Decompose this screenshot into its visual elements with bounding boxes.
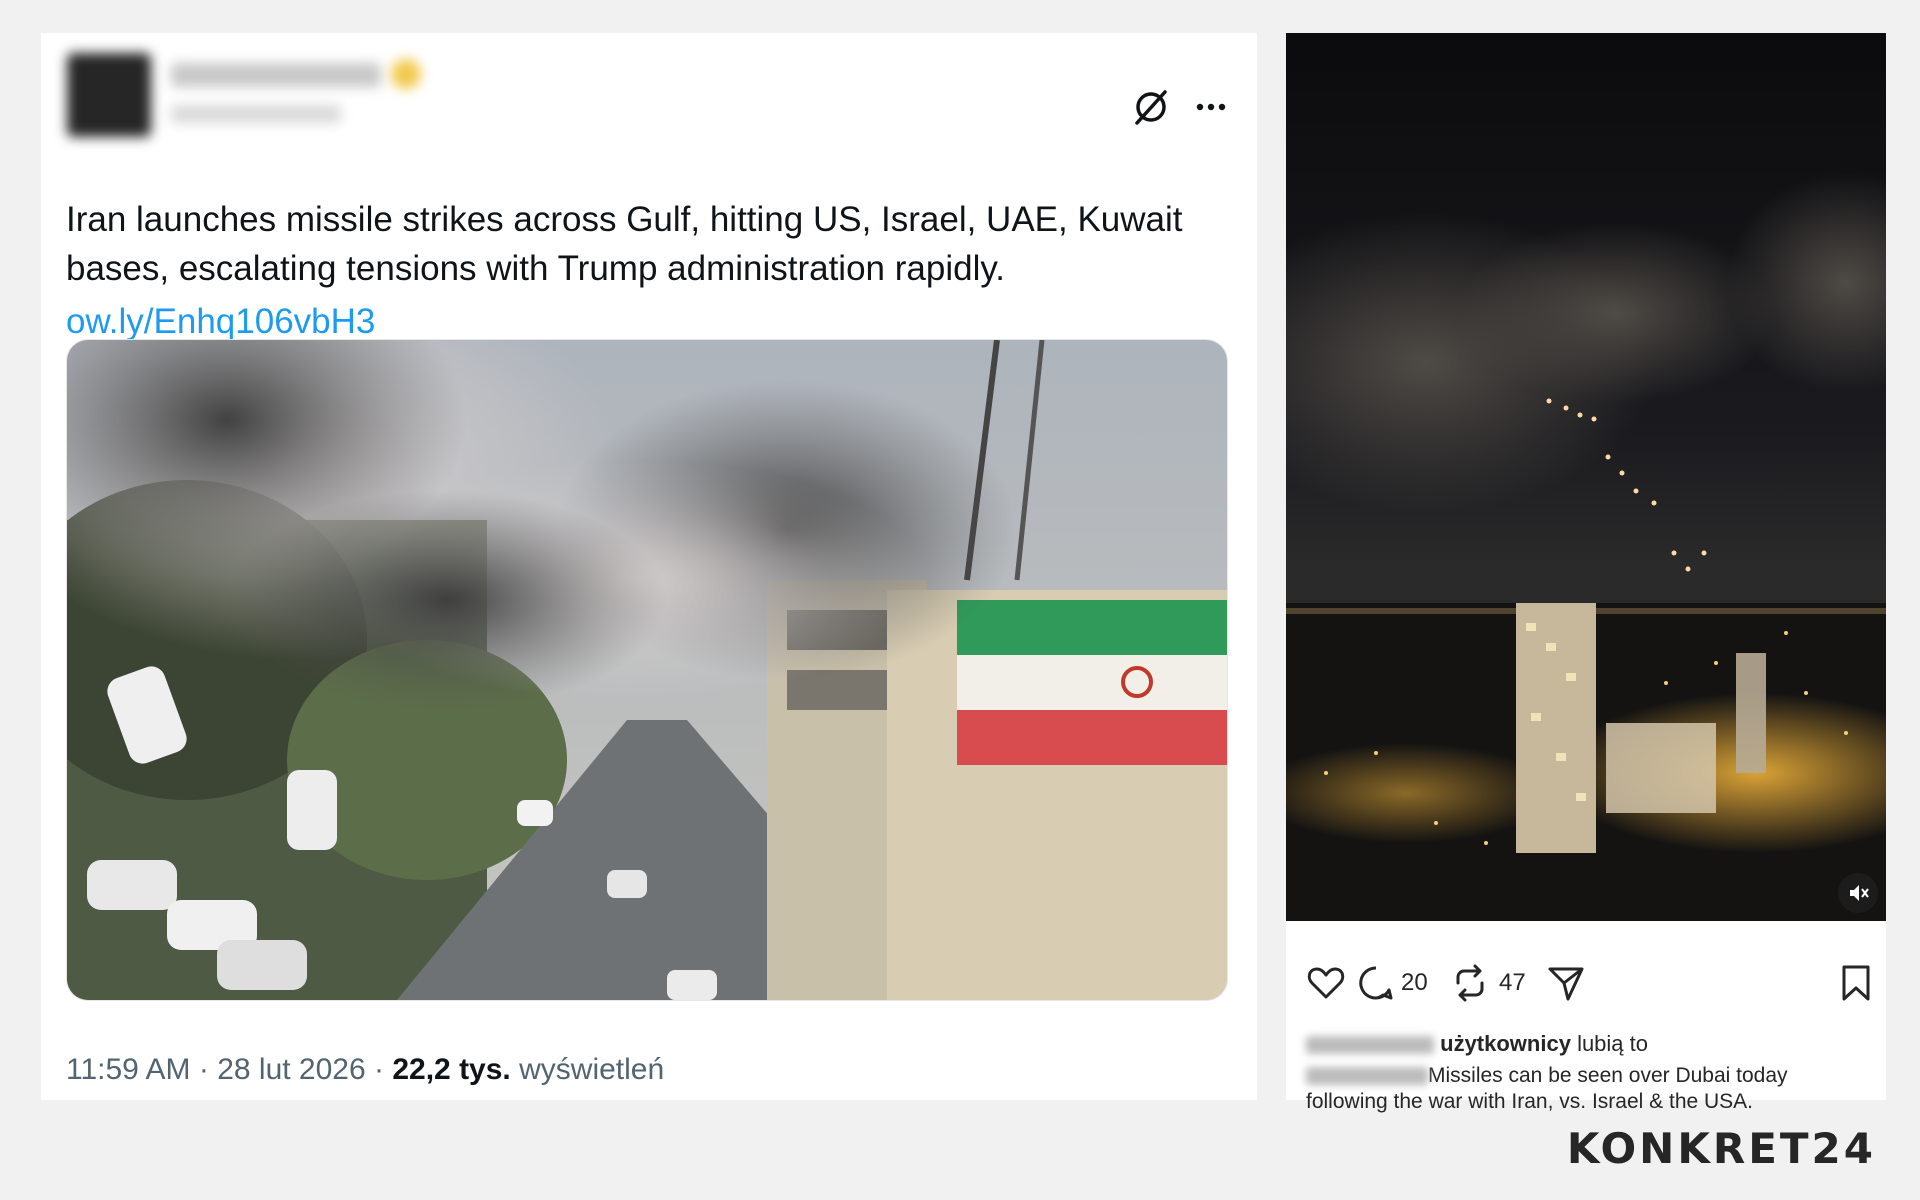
blurred-username[interactable]: [1306, 1036, 1434, 1055]
tweet-card: Iran launches missile strikes across Gul…: [41, 33, 1257, 1100]
views-label: wyświetleń: [519, 1053, 665, 1086]
tweet-meta: 11:59 AM · 28 lut 2026 · 22,2 tys. wyświ…: [66, 1053, 664, 1087]
views-count: 22,2 tys.: [392, 1053, 511, 1086]
tweet-date[interactable]: 28 lut 2026: [217, 1053, 365, 1086]
tweet-time[interactable]: 11:59 AM: [66, 1053, 191, 1086]
blurred-author[interactable]: [1306, 1067, 1428, 1086]
share-icon[interactable]: [1546, 963, 1586, 1003]
action-row: 20 47: [1306, 963, 1876, 1003]
konkret24-logo: KONKRET24: [1566, 1124, 1876, 1173]
repost-icon[interactable]: [1450, 963, 1490, 1003]
tweet-text: Iran launches missile strikes across Gul…: [66, 200, 1183, 288]
author-name-blurred[interactable]: [171, 63, 381, 87]
verified-badge-icon: [391, 59, 421, 89]
post-caption: Missiles can be seen over Dubai today fo…: [1306, 1063, 1866, 1115]
author-avatar[interactable]: [67, 53, 151, 137]
instagram-card: 20 47 użytkownicy lubią to Missiles can …: [1286, 33, 1886, 1113]
comment-icon[interactable]: [1356, 963, 1396, 1003]
likes-bold-label[interactable]: użytkownicy: [1440, 1031, 1571, 1056]
tweet-image[interactable]: [66, 339, 1228, 1001]
more-icon[interactable]: [1191, 87, 1231, 127]
muted-icon: [1850, 885, 1869, 901]
night-city-missiles-photo: [1286, 33, 1886, 921]
author-handle-blurred[interactable]: [171, 105, 341, 123]
repost-count: 47: [1499, 969, 1526, 996]
meta-separator: ·: [198, 1053, 218, 1086]
likes-line: użytkownicy lubią to: [1306, 1031, 1648, 1057]
mute-button[interactable]: [1838, 873, 1878, 913]
heart-icon[interactable]: [1306, 963, 1346, 1003]
explosion-street-photo: [67, 340, 1227, 1000]
bookmark-icon[interactable]: [1838, 963, 1874, 1003]
meta-separator: ·: [374, 1053, 393, 1086]
grok-icon[interactable]: [1131, 87, 1171, 127]
instagram-video[interactable]: [1286, 33, 1886, 921]
likes-label: lubią to: [1577, 1031, 1649, 1056]
comment-count: 20: [1401, 969, 1428, 996]
